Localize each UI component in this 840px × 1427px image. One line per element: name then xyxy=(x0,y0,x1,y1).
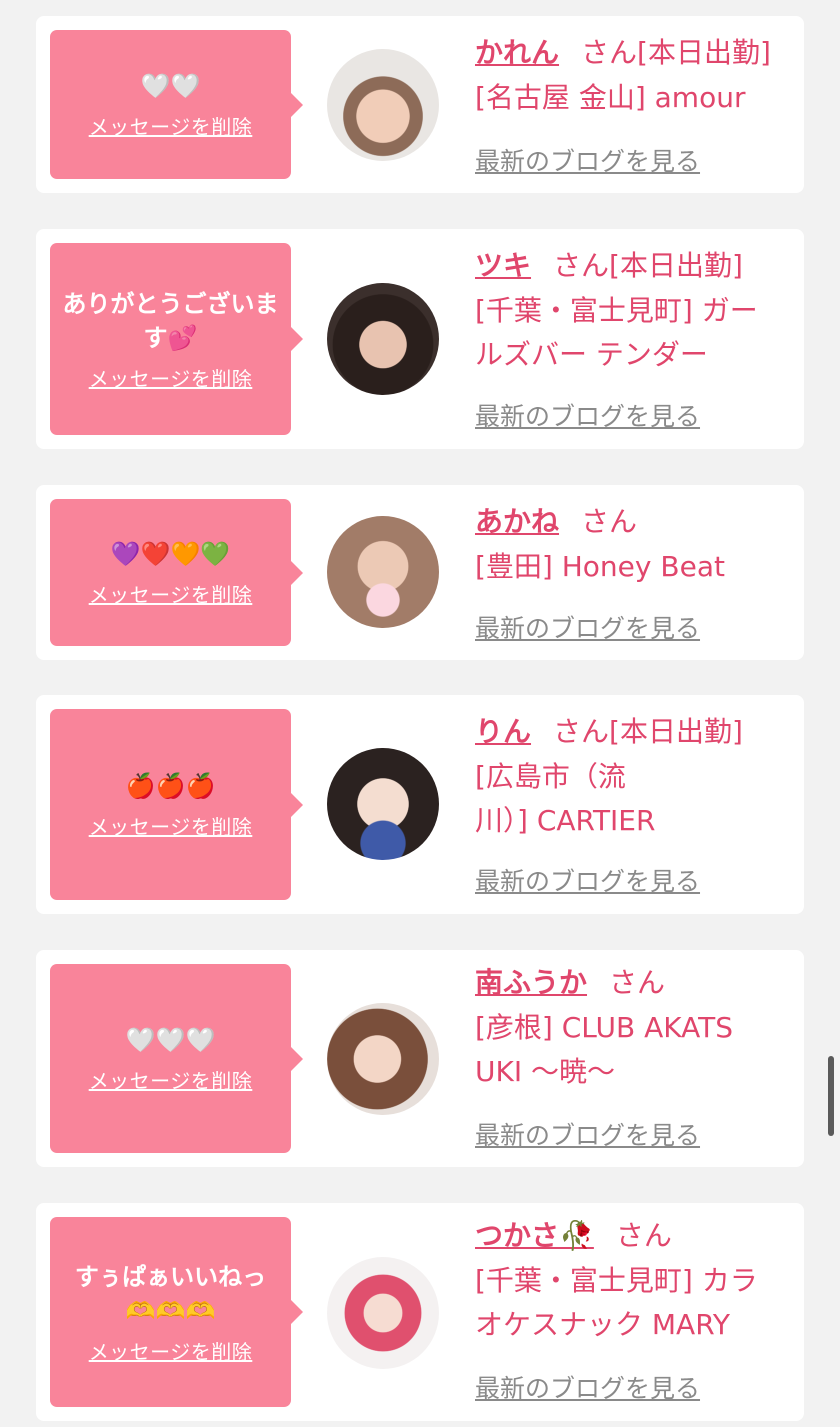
profile-name-link[interactable]: かれん xyxy=(475,36,559,69)
profile-name-link[interactable]: あかね xyxy=(475,505,559,538)
message-text: ありがとうございます💕 xyxy=(62,289,279,352)
message-card: 🤍🤍🤍 メッセージを削除 南ふうか さん [彦根] CLUB AKATSUKI 〜… xyxy=(36,950,804,1167)
delete-message-link[interactable]: メッセージを削除 xyxy=(89,363,253,392)
name-suffix: さん xyxy=(615,1219,672,1252)
avatar[interactable] xyxy=(327,1257,439,1369)
message-text: 💜❤️🧡💚 xyxy=(110,540,231,568)
profile-info: つかさ🥀 さん [千葉・富士見町] カラオケスナック MARY xyxy=(475,1213,785,1347)
message-text: 🤍🤍 xyxy=(140,72,201,100)
profile-info: 南ふうか さん [彦根] CLUB AKATSUKI 〜暁〜 xyxy=(475,960,785,1094)
message-bubble: 🤍🤍🤍 メッセージを削除 xyxy=(50,964,303,1153)
delete-message-link[interactable]: メッセージを削除 xyxy=(89,1336,253,1365)
message-card: 💜❤️🧡💚 メッセージを削除 あかね さん [豊田] Honey Beat 最新の… xyxy=(36,485,804,660)
message-bubble: すぅぱぁいいねっ🫶🫶🫶 メッセージを削除 xyxy=(50,1217,303,1407)
profile-name-link[interactable]: ツキ xyxy=(475,249,531,282)
message-bubble: 💜❤️🧡💚 メッセージを削除 xyxy=(50,499,303,646)
scrollbar[interactable] xyxy=(828,1056,834,1136)
profile-name-link[interactable]: 南ふうか xyxy=(475,966,587,999)
latest-blog-link[interactable]: 最新のブログを見る xyxy=(475,609,700,645)
latest-blog-link[interactable]: 最新のブログを見る xyxy=(475,1369,700,1405)
delete-message-link[interactable]: メッセージを削除 xyxy=(89,579,253,608)
name-suffix: さん[本日出勤] xyxy=(553,715,743,748)
delete-message-link[interactable]: メッセージを削除 xyxy=(89,111,253,140)
delete-message-link[interactable]: メッセージを削除 xyxy=(89,811,253,840)
latest-blog-link[interactable]: 最新のブログを見る xyxy=(475,862,700,898)
profile-info: りん さん[本日出勤] [広島市（流川）] CARTIER xyxy=(475,709,785,843)
message-bubble: 🤍🤍 メッセージを削除 xyxy=(50,30,303,179)
avatar[interactable] xyxy=(327,748,439,860)
message-bubble: 🍎🍎🍎 メッセージを削除 xyxy=(50,709,303,900)
delete-message-link[interactable]: メッセージを削除 xyxy=(89,1065,253,1094)
message-text: 🍎🍎🍎 xyxy=(125,772,216,800)
message-bubble: ありがとうございます💕 メッセージを削除 xyxy=(50,243,303,435)
avatar[interactable] xyxy=(327,49,439,161)
avatar[interactable] xyxy=(327,283,439,395)
name-suffix: さん[本日出勤] xyxy=(553,249,743,282)
profile-info: あかね さん [豊田] Honey Beat xyxy=(475,499,785,589)
avatar[interactable] xyxy=(327,1003,439,1115)
message-card: すぅぱぁいいねっ🫶🫶🫶 メッセージを削除 つかさ🥀 さん [千葉・富士見町] カラ… xyxy=(36,1203,804,1421)
message-card: 🍎🍎🍎 メッセージを削除 りん さん[本日出勤] [広島市（流川）] CARTIE… xyxy=(36,695,804,914)
name-suffix: さん[本日出勤] xyxy=(581,36,771,69)
message-card: ありがとうございます💕 メッセージを削除 ツキ さん[本日出勤] [千葉・富士見町… xyxy=(36,229,804,449)
name-suffix: さん xyxy=(581,505,638,538)
message-text: 🤍🤍🤍 xyxy=(125,1026,216,1054)
shop-info: [名古屋 金山] amour xyxy=(475,81,746,114)
name-suffix: さん xyxy=(609,966,666,999)
shop-info: [彦根] CLUB AKATSUKI 〜暁〜 xyxy=(475,1011,733,1088)
avatar[interactable] xyxy=(327,516,439,628)
latest-blog-link[interactable]: 最新のブログを見る xyxy=(475,397,700,433)
profile-info: かれん さん[本日出勤] [名古屋 金山] amour xyxy=(475,30,785,120)
shop-info: [広島市（流川）] CARTIER xyxy=(475,760,656,837)
profile-name-link[interactable]: りん xyxy=(475,715,531,748)
latest-blog-link[interactable]: 最新のブログを見る xyxy=(475,1116,700,1152)
latest-blog-link[interactable]: 最新のブログを見る xyxy=(475,142,700,178)
shop-info: [豊田] Honey Beat xyxy=(475,550,725,583)
message-text: すぅぱぁいいねっ🫶🫶🫶 xyxy=(74,1262,267,1325)
message-card: 🤍🤍 メッセージを削除 かれん さん[本日出勤] [名古屋 金山] amour 最… xyxy=(36,16,804,193)
shop-info: [千葉・富士見町] ガールズバー テンダー xyxy=(475,294,758,371)
shop-info: [千葉・富士見町] カラオケスナック MARY xyxy=(475,1264,758,1341)
profile-name-link[interactable]: つかさ🥀 xyxy=(475,1219,594,1252)
profile-info: ツキ さん[本日出勤] [千葉・富士見町] ガールズバー テンダー xyxy=(475,243,785,377)
